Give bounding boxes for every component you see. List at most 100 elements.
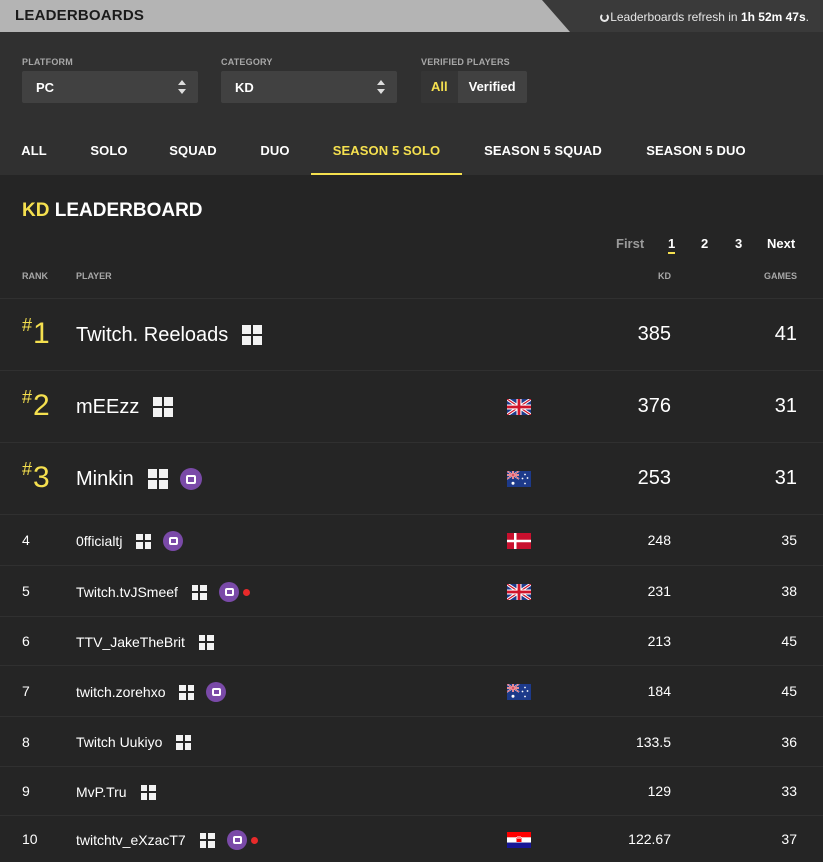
player-cell: mEEzz [76, 396, 174, 419]
player-name[interactable]: Twitch. Reeloads [76, 324, 228, 347]
top-bar: LEADERBOARDS Leaderboards refresh in 1h … [0, 0, 823, 32]
table-row[interactable]: #2 mEEzz 376 31 [0, 370, 823, 442]
leaderboard-page: LEADERBOARDS Leaderboards refresh in 1h … [0, 0, 823, 862]
col-player-header: PLAYER [76, 271, 112, 281]
table-row[interactable]: #3 Minkin 253 31 [0, 442, 823, 514]
table-row[interactable]: 6 TTV_JakeTheBrit 213 45 [0, 616, 823, 665]
table-row[interactable]: #1 Twitch. Reeloads 385 41 [0, 298, 823, 370]
filters-panel: PLATFORM PC CATEGORY KD VERIFIED PLAYERS… [0, 32, 823, 175]
pager-next[interactable]: Next [767, 236, 795, 251]
rank-cell: #3 [22, 459, 50, 495]
games-value: 41 [774, 323, 797, 345]
player-name[interactable]: Twitch Uukiyo [76, 734, 162, 750]
windows-icon [136, 533, 152, 549]
player-cell: twitch.zorehxo [76, 682, 227, 702]
refresh-countdown: 1h 52m 47s [740, 10, 806, 24]
games-value: 33 [781, 783, 797, 799]
twitch-icon[interactable] [218, 582, 239, 602]
tab-season5-duo[interactable]: SEASON 5 DUO [638, 127, 754, 175]
tab-season5-squad[interactable]: SEASON 5 SQUAD [478, 127, 608, 175]
player-name[interactable]: Minkin [76, 468, 134, 491]
table-row[interactable]: 10 twitchtv_eXzacT7 122.67 37 [0, 815, 823, 862]
games-value: 35 [781, 532, 797, 548]
windows-icon [140, 784, 156, 800]
kd-value: 231 [647, 583, 671, 599]
rank-number: 5 [22, 583, 30, 599]
australia-flag-icon [506, 470, 531, 487]
windows-icon [179, 684, 195, 700]
player-cell: MvP.Tru [76, 782, 156, 802]
windows-icon [153, 397, 174, 417]
rank-cell: 8 [22, 734, 30, 750]
twitch-icon[interactable] [163, 531, 184, 551]
tab-duo[interactable]: DUO [250, 127, 300, 175]
board-title-highlight: KD [22, 200, 50, 221]
pager-page-3[interactable]: 3 [735, 236, 742, 251]
refresh-prefix: Leaderboards refresh in [610, 10, 741, 24]
kd-value: 184 [647, 683, 671, 699]
table-row[interactable]: 7 twitch.zorehxo 184 45 [0, 665, 823, 716]
table-row[interactable]: 5 Twitch.tvJSmeef 231 38 [0, 565, 823, 616]
category-label: CATEGORY [221, 57, 273, 67]
table-row[interactable]: 4 0fficialtj 248 35 [0, 514, 823, 565]
tab-all[interactable]: ALL [10, 127, 58, 175]
player-cell: TTV_JakeTheBrit [76, 632, 214, 652]
verified-toggle: All Verified [421, 71, 527, 103]
verified-label: VERIFIED PLAYERS [421, 57, 510, 67]
category-select[interactable]: KD [221, 71, 397, 103]
col-kd-header[interactable]: KD [658, 271, 671, 281]
player-name[interactable]: mEEzz [76, 396, 139, 419]
games-value: 38 [781, 583, 797, 599]
kd-value: 376 [637, 395, 671, 417]
twitch-icon[interactable] [179, 468, 202, 490]
tab-solo[interactable]: SOLO [80, 127, 138, 175]
kd-value: 385 [637, 323, 671, 345]
platform-select[interactable]: PC [22, 71, 198, 103]
pager-first[interactable]: First [616, 236, 644, 251]
player-name[interactable]: twitchtv_eXzacT7 [76, 832, 186, 848]
verified-option-all[interactable]: All [421, 71, 458, 103]
rank-number: 1 [33, 317, 50, 350]
refresh-suffix: . [805, 10, 809, 24]
games-value: 31 [774, 395, 797, 417]
kd-value: 122.67 [628, 831, 671, 847]
twitch-icon[interactable] [206, 682, 227, 702]
rank-number: 6 [22, 633, 30, 649]
select-arrows-icon [178, 80, 186, 94]
page-title: LEADERBOARDS [15, 7, 145, 24]
rank-number: 9 [22, 783, 30, 799]
rank-cell: 6 [22, 633, 30, 649]
board-title-rest: LEADERBOARD [49, 200, 203, 221]
player-name[interactable]: TTV_JakeTheBrit [76, 634, 185, 650]
col-games-header[interactable]: GAMES [764, 271, 797, 281]
refresh-icon [600, 13, 610, 22]
uk-flag-icon [506, 397, 532, 417]
tab-squad[interactable]: SQUAD [160, 127, 226, 175]
player-name[interactable]: 0fficialtj [76, 533, 122, 549]
rank-cell: 10 [22, 831, 38, 847]
refresh-banner: Leaderboards refresh in 1h 52m 47s. [542, 0, 823, 32]
player-name[interactable]: Twitch.tvJSmeef [76, 584, 178, 600]
pager-page-2[interactable]: 2 [701, 236, 708, 251]
games-value: 31 [774, 467, 797, 489]
tab-season5-solo[interactable]: SEASON 5 SOLO [311, 127, 462, 175]
kd-value: 248 [647, 532, 671, 548]
col-rank-header: RANK [22, 271, 48, 281]
refresh-text: Leaderboards refresh in 1h 52m 47s. [600, 10, 809, 24]
table-row[interactable]: 8 Twitch Uukiyo 133.5 36 [0, 716, 823, 766]
windows-icon [199, 832, 215, 848]
kd-value: 129 [647, 783, 671, 799]
player-name[interactable]: twitch.zorehxo [76, 684, 165, 700]
player-cell: twitchtv_eXzacT7 [76, 830, 258, 850]
rank-hash: # [22, 315, 33, 335]
twitch-icon[interactable] [226, 830, 247, 850]
platform-value: PC [36, 80, 55, 95]
verified-option-verified[interactable]: Verified [458, 71, 527, 103]
platform-label: PLATFORM [22, 57, 73, 67]
select-arrows-icon [377, 80, 385, 94]
table-row[interactable]: 9 MvP.Tru 129 33 [0, 766, 823, 815]
player-name[interactable]: MvP.Tru [76, 784, 127, 800]
rank-cell: 4 [22, 532, 30, 548]
player-cell: Twitch Uukiyo [76, 732, 192, 752]
pager-page-1[interactable]: 1 [668, 236, 676, 254]
